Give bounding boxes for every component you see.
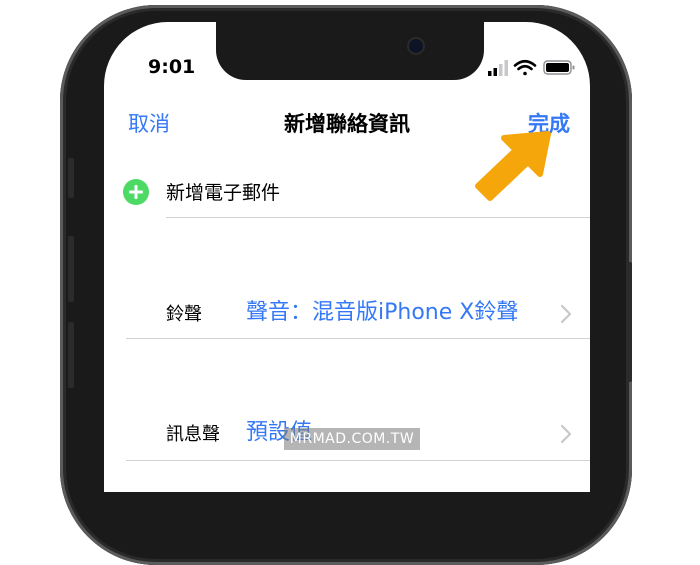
watermark: MRMAD.COM.TW (284, 428, 420, 450)
status-icons (488, 59, 575, 76)
power-button (626, 262, 632, 382)
mute-switch (68, 158, 74, 198)
ringtone-label: 鈴聲 (166, 304, 202, 325)
ringtone-row[interactable]: 鈴聲 聲音：混音版iPhone X鈴聲 (104, 292, 590, 336)
add-email-label: 新增電子郵件 (166, 182, 281, 204)
ringtone-value: 聲音：混音版iPhone X鈴聲 (246, 300, 519, 325)
chevron-right-icon (560, 304, 572, 324)
text-tone-label: 訊息聲 (166, 424, 220, 445)
chevron-right-icon (560, 424, 572, 444)
pointer-arrow-icon (475, 131, 551, 201)
divider (126, 460, 590, 461)
phone-screen: 9:01 新增聯絡資訊 取消 完成 新增電子郵件 鈴聲 聲音：混音版iPhone… (104, 22, 590, 492)
status-time: 9:01 (148, 56, 196, 78)
battery-icon (543, 60, 575, 75)
wifi-icon (513, 59, 537, 76)
cancel-button[interactable]: 取消 (128, 108, 170, 138)
cellular-signal-icon (488, 60, 508, 76)
divider (126, 338, 590, 339)
volume-up-button (68, 236, 74, 302)
divider (166, 217, 590, 218)
volume-down-button (68, 322, 74, 388)
notch (216, 22, 484, 80)
plus-circle-icon[interactable] (122, 178, 150, 206)
front-camera (409, 39, 423, 53)
